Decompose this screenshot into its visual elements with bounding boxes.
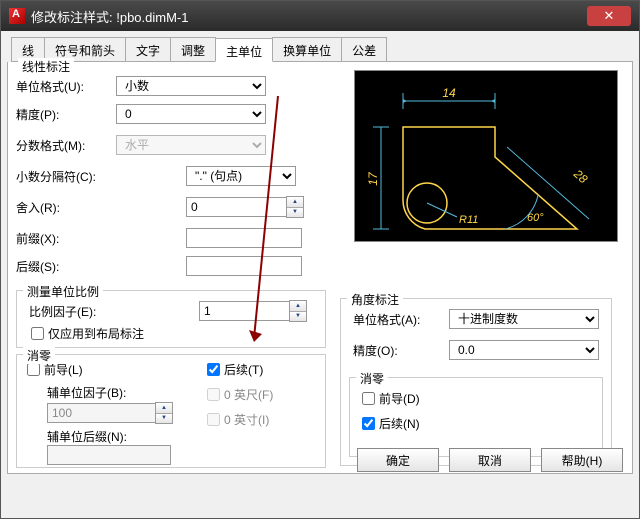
dim-h: 14 (442, 86, 456, 100)
subfactor-spinner: ▲▼ (47, 402, 207, 424)
preview-pane: 14 17 R11 60° 28 (354, 70, 618, 242)
precision-label: 精度(P): (12, 106, 116, 123)
inches-check: 0 英寸(I) (207, 411, 273, 428)
fraction-format-combo: 水平 (116, 135, 266, 155)
dialog-body: 线 符号和箭头 文字 调整 主单位 换算单位 公差 (1, 31, 639, 480)
tab-fit[interactable]: 调整 (170, 37, 216, 61)
preview-drawing: 14 17 R11 60° 28 (355, 71, 617, 241)
cancel-button[interactable]: 取消 (449, 448, 531, 472)
precision-combo[interactable]: 0 (116, 104, 266, 124)
spin-down-icon[interactable]: ▼ (287, 208, 303, 218)
window-title: 修改标注样式: !pbo.dimM-1 (31, 7, 587, 26)
close-button[interactable]: ✕ (587, 6, 631, 26)
tab-strip: 线 符号和箭头 文字 调整 主单位 换算单位 公差 (11, 37, 633, 62)
feet-checkbox (207, 388, 220, 401)
fraction-format-label: 分数格式(M): (12, 137, 116, 154)
app-icon (9, 8, 25, 24)
trailing-check[interactable]: 后续(T) (207, 361, 273, 378)
round-label: 舍入(R): (12, 199, 116, 216)
group-linear-label: 线性标注 (18, 58, 74, 75)
trailing-checkbox[interactable] (207, 363, 220, 376)
round-spinner[interactable]: ▲▼ (186, 196, 304, 218)
spin-down-icon[interactable]: ▼ (290, 312, 306, 322)
prefix-input[interactable] (186, 228, 302, 248)
tab-text[interactable]: 文字 (125, 37, 171, 61)
prefix-label: 前缀(X): (12, 230, 116, 247)
help-button[interactable]: 帮助(H) (541, 448, 623, 472)
dialog-window: 修改标注样式: !pbo.dimM-1 ✕ 线 符号和箭头 文字 调整 主单位 … (0, 0, 640, 519)
dim-angle: 60° (527, 212, 544, 224)
suffix-label: 后缀(S): (12, 258, 116, 275)
dim-v: 17 (366, 171, 380, 186)
scale-factor-spinner[interactable]: ▲▼ (199, 300, 307, 322)
subfactor-label: 辅单位因子(B): (27, 384, 157, 401)
angle-trailing-check[interactable]: 后续(N) (362, 415, 602, 432)
titlebar: 修改标注样式: !pbo.dimM-1 ✕ (1, 1, 639, 31)
tab-tolerance[interactable]: 公差 (341, 37, 387, 61)
spin-up-icon[interactable]: ▲ (287, 197, 303, 208)
angle-trailing-checkbox[interactable] (362, 417, 375, 430)
subfactor-input (47, 403, 155, 423)
button-bar: 确定 取消 帮助(H) (1, 442, 639, 478)
tab-alt-units[interactable]: 换算单位 (272, 37, 342, 61)
unit-format-combo[interactable]: 小数 (116, 76, 266, 96)
feet-check: 0 英尺(F) (207, 386, 273, 403)
group-angle-label: 角度标注 (347, 291, 403, 308)
angle-leading-check[interactable]: 前导(D) (362, 390, 602, 407)
angle-leading-checkbox[interactable] (362, 392, 375, 405)
inches-checkbox (207, 413, 220, 426)
scale-factor-input[interactable] (199, 301, 289, 321)
decimal-sep-label: 小数分隔符(C): (12, 168, 116, 185)
decimal-sep-combo[interactable]: "." (句点) (186, 166, 296, 186)
group-scale: 测量单位比例 比例因子(E): ▲▼ 仅应用到布局标注 (16, 290, 326, 348)
angle-precision-combo[interactable]: 0.0 (449, 340, 599, 360)
scale-factor-label: 比例因子(E): (25, 303, 199, 320)
dim-diag: 28 (570, 166, 590, 186)
spin-up-icon[interactable]: ▲ (290, 301, 306, 312)
angle-unit-label: 单位格式(A): (349, 311, 449, 328)
group-angle-zero-label: 消零 (356, 370, 388, 387)
group-scale-label: 测量单位比例 (23, 283, 103, 300)
group-angle: 角度标注 单位格式(A): 十进制度数 精度(O): 0.0 消零 前导(D) (340, 298, 612, 466)
round-input[interactable] (186, 197, 286, 217)
unit-format-label: 单位格式(U): (12, 78, 116, 95)
tab-primary-units[interactable]: 主单位 (215, 38, 273, 62)
group-zero-label: 消零 (23, 347, 55, 364)
leading-checkbox[interactable] (27, 363, 40, 376)
ok-button[interactable]: 确定 (357, 448, 439, 472)
angle-unit-combo[interactable]: 十进制度数 (449, 309, 599, 329)
group-linear: 线性标注 单位格式(U): 小数 精度(P): 0 分数格式(M): 水平 小数… (12, 66, 332, 286)
layout-only-check[interactable]: 仅应用到布局标注 (17, 325, 325, 342)
tab-panel: 14 17 R11 60° 28 (7, 62, 633, 474)
dim-r: R11 (459, 214, 478, 226)
suffix-input[interactable] (186, 256, 302, 276)
angle-precision-label: 精度(O): (349, 342, 449, 359)
layout-only-checkbox[interactable] (31, 327, 44, 340)
